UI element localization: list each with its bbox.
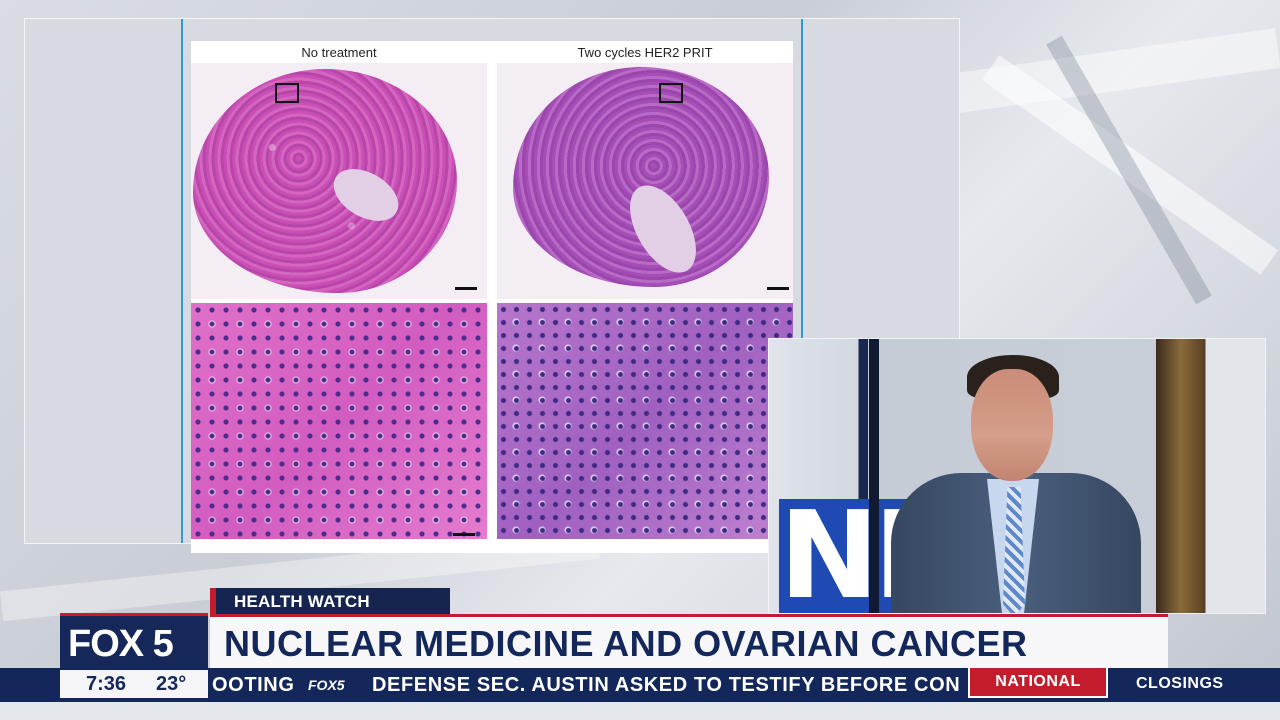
temperature: 23° [156,673,187,695]
ticker-next-section: CLOSINGS [1108,668,1280,702]
ticker-text: DEFENSE SEC. AUSTIN ASKED TO TESTIFY BEF… [372,674,961,696]
panel-title-no-treatment: No treatment [301,45,377,60]
histology-figure: No treatment Two cycles HER2 PRIT [191,41,793,553]
kidney-closeup-treated [497,303,793,539]
slide-edge-line [181,19,183,543]
scale-bar [767,287,789,290]
studio-pillar [869,339,879,613]
station-logo: FOX 5 [60,613,208,669]
kidney-closeup-untreated [191,303,487,539]
ticker-section-tag: NATIONAL [968,668,1108,698]
category-label: HEALTH WATCH [234,592,370,611]
ticker-prev-text: OOTING [212,674,295,696]
bottom-strip [0,702,1280,720]
guest-face [971,369,1053,481]
region-of-interest-box [659,83,683,103]
kidney-section-untreated [191,63,487,299]
guest-video-feed: NI [768,338,1266,614]
ticker-logo: FOX5 [308,677,345,693]
time-temp-box: 7:36 23° [60,670,208,698]
clock-time: 7:36 [86,673,127,695]
kidney-tissue-image [193,69,457,293]
station-logo-text: FOX 5 [68,623,174,665]
scale-bar [453,533,475,536]
headline-text: NUCLEAR MEDICINE AND OVARIAN CANCER [224,623,1028,664]
ticker-section-label: NATIONAL [995,673,1081,690]
headline-bar: NUCLEAR MEDICINE AND OVARIAN CANCER [210,614,1168,668]
scale-bar [455,287,477,290]
category-tag: HEALTH WATCH [210,588,450,614]
guest-speaker [887,353,1147,613]
kidney-section-treated [497,63,793,299]
panel-title-her2-prit: Two cycles HER2 PRIT [577,45,713,60]
region-of-interest-box [275,83,299,103]
kidney-tissue-image [513,67,769,287]
ticker-next-section-label: CLOSINGS [1136,675,1224,692]
